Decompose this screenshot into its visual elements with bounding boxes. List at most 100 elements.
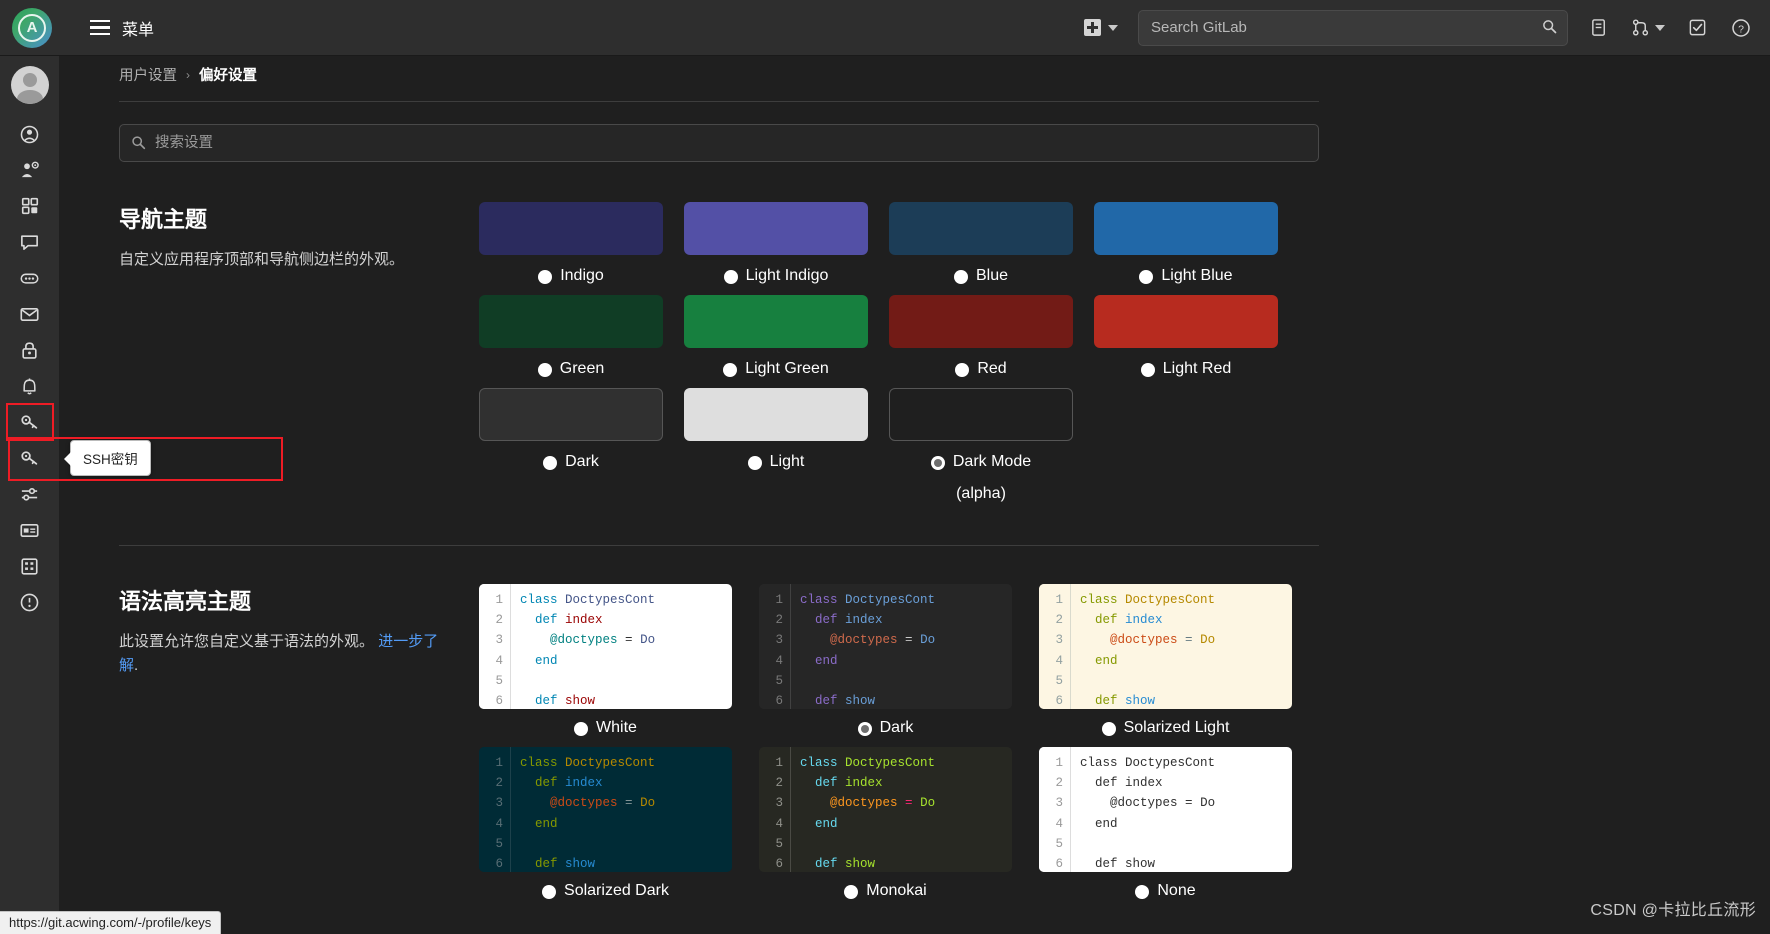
syntax-theme-preview[interactable]: 1 2 3 4 5 6 class DoctypesCont def index @doct… [759, 583, 1012, 709]
nav-theme-option[interactable]: Blue [889, 202, 1073, 287]
nav-theme-swatch[interactable] [889, 202, 1073, 255]
radio-button[interactable] [844, 884, 859, 899]
settings-search[interactable] [119, 124, 1319, 162]
radio-button[interactable] [953, 269, 968, 284]
nav-theme-swatch[interactable] [684, 202, 868, 255]
nav-theme-radio-label[interactable]: Light Green [684, 357, 868, 380]
syntax-theme-preview[interactable]: 1 2 3 4 5 6 class DoctypesCont def index @doct… [1039, 746, 1292, 872]
nav-theme-swatch[interactable] [889, 295, 1073, 349]
nav-theme-radio-label[interactable]: Red [889, 357, 1073, 380]
nav-theme-radio-label[interactable]: Blue [889, 264, 1073, 287]
syntax-theme-radio-label[interactable]: White [479, 719, 732, 737]
sidebar-item-password[interactable] [7, 332, 53, 368]
merge-requests-icon[interactable] [1622, 0, 1674, 56]
syntax-theme-radio-label[interactable]: None [1039, 882, 1292, 900]
nav-theme-option[interactable]: Dark [479, 388, 663, 504]
help-icon[interactable]: ? [1720, 0, 1762, 56]
nav-theme-swatch[interactable] [1094, 295, 1278, 349]
nav-theme-option[interactable]: Green [479, 295, 663, 380]
main-menu-button[interactable]: 菜单 [90, 16, 154, 40]
search-input[interactable] [1138, 9, 1568, 46]
syntax-theme-label-text: White [596, 718, 637, 736]
nav-theme-swatch[interactable] [479, 295, 663, 349]
syntax-theme-radio-label[interactable]: Monokai [759, 882, 1012, 900]
sidebar-item-account[interactable] [7, 152, 53, 188]
breadcrumb-parent[interactable]: 用户设置 [119, 64, 177, 85]
nav-theme-radio-label[interactable]: Dark Mode (alpha) [889, 450, 1073, 504]
radio-button[interactable] [857, 721, 872, 736]
sidebar-item-chat[interactable] [7, 224, 53, 260]
navigation-theme-info: 导航主题 自定义应用程序顶部和导航侧边栏的外观。 [119, 202, 479, 505]
user-avatar[interactable] [10, 66, 49, 104]
syntax-theme-option[interactable]: 1 2 3 4 5 6 class DoctypesCont def index @doct… [759, 583, 1012, 737]
gitlab-preferences-page: A 菜单 Search GitLab ? SSH密钥 用户设置 › 偏好设置 搜… [0, 0, 1770, 934]
chevron-down-icon [1108, 24, 1118, 31]
nav-theme-swatch[interactable] [684, 295, 868, 349]
nav-theme-radio-label[interactable]: Light Indigo [684, 264, 868, 287]
radio-button[interactable] [574, 721, 589, 736]
nav-theme-option[interactable]: Dark Mode (alpha) [889, 388, 1073, 504]
nav-theme-option[interactable]: Light [684, 388, 868, 504]
radio-button[interactable] [538, 269, 553, 284]
global-search[interactable] [1138, 9, 1568, 46]
syntax-theme-option[interactable]: 1 2 3 4 5 6 class DoctypesCont def index @doct… [1039, 583, 1292, 737]
gitlab-logo-icon[interactable]: A [12, 7, 52, 48]
nav-theme-radio-label[interactable]: Light Red [1094, 357, 1278, 380]
radio-button[interactable] [1139, 269, 1154, 284]
radio-button[interactable] [1135, 884, 1150, 899]
radio-button[interactable] [955, 362, 970, 377]
nav-theme-option[interactable]: Light Green [684, 295, 868, 380]
radio-button[interactable] [537, 362, 552, 377]
settings-search-input[interactable] [119, 124, 1319, 162]
syntax-theme-radio-label[interactable]: Solarized Dark [479, 882, 732, 900]
nav-theme-radio-label[interactable]: Indigo [479, 264, 663, 287]
nav-theme-option[interactable]: Light Red [1094, 295, 1278, 380]
nav-theme-option[interactable]: Light Indigo [684, 202, 868, 287]
sidebar-item-active-sessions[interactable] [7, 512, 53, 548]
radio-button[interactable] [930, 455, 945, 470]
nav-theme-swatch[interactable] [1094, 202, 1278, 255]
syntax-theme-option[interactable]: 1 2 3 4 5 6 class DoctypesCont def index @doct… [759, 746, 1012, 900]
nav-theme-swatch[interactable] [479, 202, 663, 255]
breadcrumb-divider [119, 101, 1319, 102]
sidebar-item-authentication-log[interactable] [7, 548, 53, 584]
nav-theme-option[interactable]: Indigo [479, 202, 663, 287]
syntax-theme-option[interactable]: 1 2 3 4 5 6 class DoctypesCont def index @doct… [1039, 746, 1292, 900]
sidebar-item-preferences[interactable] [7, 476, 53, 512]
nav-theme-radio-label[interactable]: Dark [479, 450, 663, 473]
nav-theme-radio-label[interactable]: Light [684, 450, 868, 473]
nav-theme-swatch[interactable] [479, 388, 663, 442]
sidebar-item-access-tokens[interactable] [7, 260, 53, 296]
sidebar-item-ssh-keys[interactable] [5, 403, 54, 441]
sidebar-item-usage-quotas[interactable] [7, 584, 53, 620]
syntax-theme-radio-label[interactable]: Solarized Light [1039, 719, 1292, 737]
sidebar-item-applications[interactable] [7, 188, 53, 224]
syntax-theme-option[interactable]: 1 2 3 4 5 6 class DoctypesCont def index @doct… [479, 583, 732, 737]
sidebar-item-emails[interactable] [7, 296, 53, 332]
create-new-button[interactable] [1074, 0, 1128, 55]
sidebar-item-profile[interactable] [7, 116, 53, 152]
syntax-theme-preview[interactable]: 1 2 3 4 5 6 class DoctypesCont def index @doct… [1039, 583, 1292, 709]
radio-button[interactable] [723, 362, 738, 377]
sidebar-item-notifications[interactable] [7, 368, 53, 404]
radio-button[interactable] [747, 455, 762, 470]
radio-button[interactable] [543, 455, 558, 470]
nav-theme-swatch[interactable] [684, 388, 868, 442]
syntax-theme-preview[interactable]: 1 2 3 4 5 6 class DoctypesCont def index @doct… [759, 746, 1012, 872]
syntax-theme-radio-label[interactable]: Dark [759, 719, 1012, 737]
nav-theme-radio-label[interactable]: Green [479, 357, 663, 380]
radio-button[interactable] [1140, 362, 1155, 377]
syntax-theme-preview[interactable]: 1 2 3 4 5 6 class DoctypesCont def index @doct… [479, 746, 732, 872]
radio-button[interactable] [1101, 721, 1116, 736]
issues-icon[interactable] [1578, 0, 1620, 56]
nav-theme-swatch[interactable] [889, 388, 1073, 442]
radio-button[interactable] [542, 884, 557, 899]
nav-theme-radio-label[interactable]: Light Blue [1094, 264, 1278, 287]
nav-theme-option[interactable]: Red [889, 295, 1073, 380]
sidebar-item-gpg-keys[interactable] [7, 440, 53, 476]
syntax-theme-option[interactable]: 1 2 3 4 5 6 class DoctypesCont def index @doct… [479, 746, 732, 900]
radio-button[interactable] [723, 269, 738, 284]
todos-icon[interactable] [1676, 0, 1718, 56]
syntax-theme-preview[interactable]: 1 2 3 4 5 6 class DoctypesCont def index @doct… [479, 583, 732, 709]
nav-theme-option[interactable]: Light Blue [1094, 202, 1278, 287]
